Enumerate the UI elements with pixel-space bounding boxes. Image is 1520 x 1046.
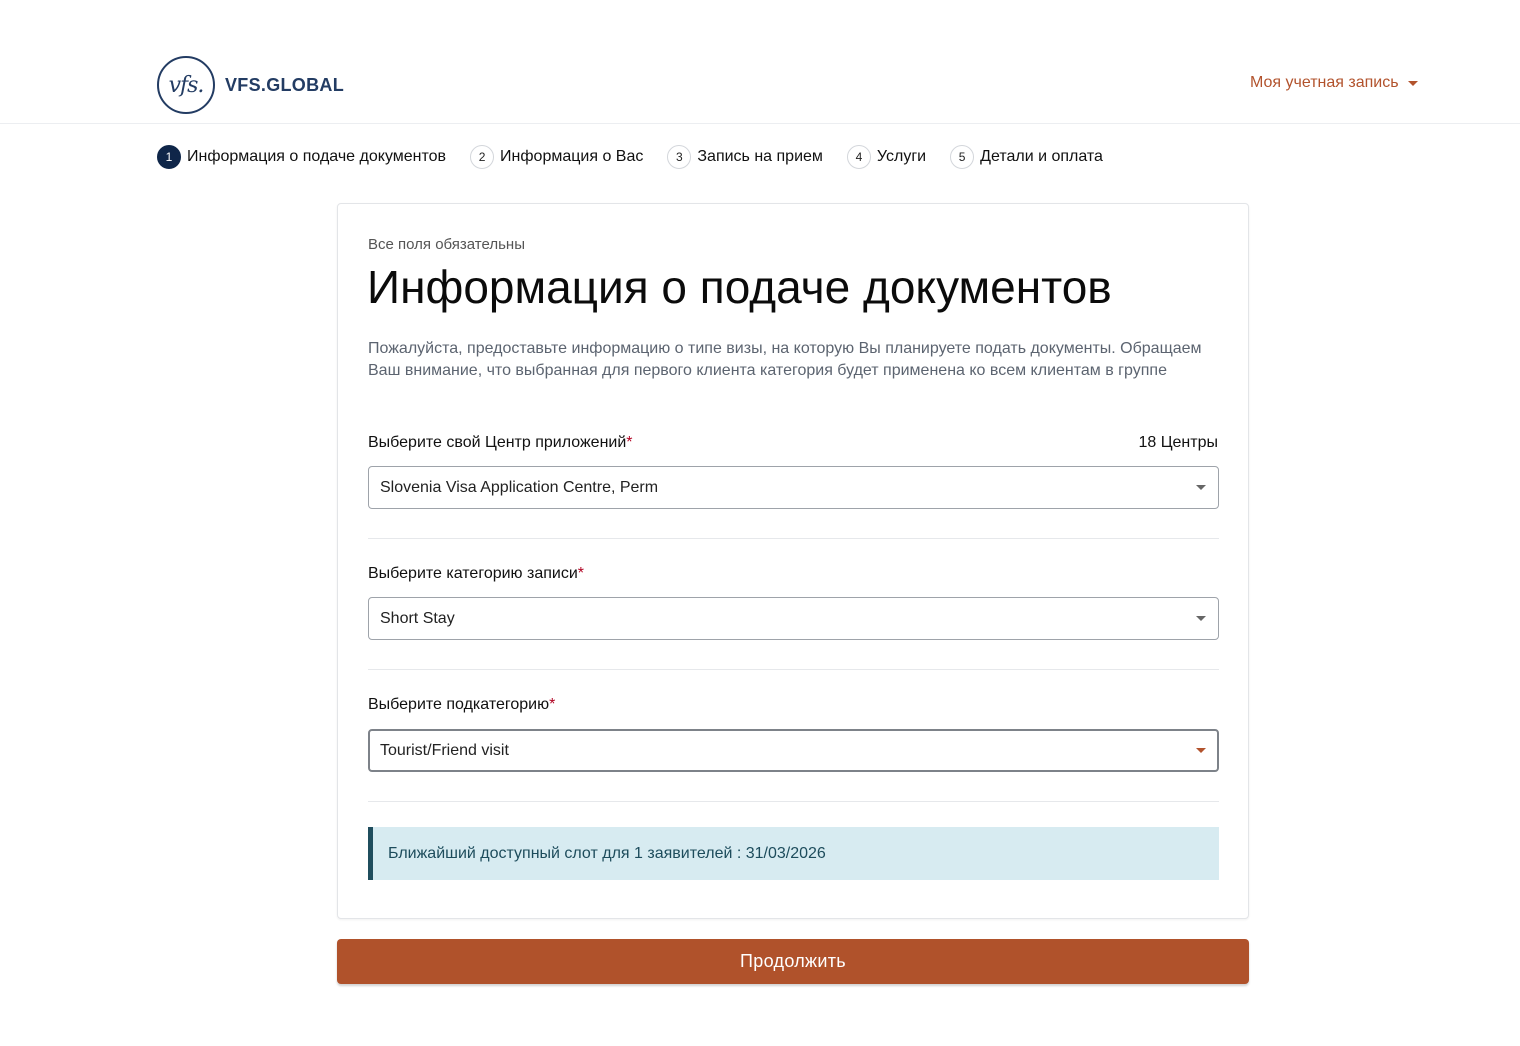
- centre-label: Выберите свой Центр приложений*: [368, 434, 633, 452]
- earliest-slot-alert: Ближайший доступный слот для 1 заявителе…: [368, 827, 1219, 880]
- subcategory-label-text: Выберите подкатегорию: [368, 696, 550, 713]
- centres-count: 18 Центры: [1138, 434, 1218, 451]
- step-number: 3: [667, 145, 692, 169]
- required-fields-note: Все поля обязательны: [368, 236, 525, 253]
- dropdown-arrow-icon: [1196, 485, 1206, 490]
- step-services: 4 Услуги: [846, 145, 927, 169]
- continue-button[interactable]: Продолжить: [337, 939, 1249, 984]
- centre-select[interactable]: Slovenia Visa Application Centre, Perm: [368, 466, 1219, 509]
- top-header: vfs. VFS.GLOBAL Моя учетная запись: [0, 0, 1520, 124]
- divider: [368, 801, 1219, 802]
- step-label: Детали и оплата: [980, 148, 1103, 165]
- step-label: Информация о подаче документов: [187, 148, 447, 165]
- progress-stepper: 1 Информация о подаче документов 2 Инфор…: [157, 145, 1127, 169]
- step-submission-info: 1 Информация о подаче документов: [157, 145, 446, 169]
- centre-label-text: Выберите свой Центр приложений: [368, 434, 627, 451]
- subcategory-select[interactable]: Tourist/Friend visit: [368, 729, 1219, 772]
- step-about-you: 2 Информация о Вас: [470, 145, 643, 169]
- dropdown-arrow-icon: [1196, 616, 1206, 621]
- subcategory-label: Выберите подкатегорию*: [368, 696, 555, 714]
- required-asterisk: *: [577, 565, 584, 582]
- required-asterisk: *: [549, 696, 556, 713]
- account-menu-label: Моя учетная запись: [1250, 74, 1399, 91]
- divider: [368, 538, 1219, 539]
- divider: [368, 669, 1219, 670]
- vfs-global-logo[interactable]: vfs. VFS.GLOBAL: [157, 56, 344, 114]
- centre-select-value: Slovenia Visa Application Centre, Perm: [380, 478, 659, 496]
- step-label: Услуги: [876, 148, 927, 165]
- step-appointment: 3 Запись на прием: [667, 145, 823, 169]
- category-label-text: Выберите категорию записи: [368, 565, 578, 582]
- step-number: 4: [846, 145, 871, 169]
- step-label: Информация о Вас: [500, 148, 644, 165]
- step-number: 2: [470, 145, 495, 169]
- earliest-slot-text: Ближайший доступный слот для 1 заявителе…: [388, 844, 826, 862]
- step-number: 1: [157, 145, 181, 169]
- subcategory-select-value: Tourist/Friend visit: [380, 741, 509, 759]
- category-select[interactable]: Short Stay: [368, 597, 1219, 640]
- intro-text: Пожалуйста, предоставьте информацию о ти…: [368, 340, 1202, 379]
- category-select-value: Short Stay: [380, 609, 455, 627]
- category-label: Выберите категорию записи*: [368, 565, 584, 583]
- submission-form-card: Все поля обязательны Информация о подаче…: [337, 203, 1249, 919]
- dropdown-arrow-icon: [1196, 748, 1206, 753]
- required-asterisk: *: [626, 434, 633, 451]
- caret-down-icon: [1407, 80, 1418, 86]
- logo-text: VFS.GLOBAL: [225, 74, 344, 95]
- logo-mark-text: vfs.: [168, 72, 205, 98]
- step-details-payment: 5 Детали и оплата: [950, 145, 1103, 169]
- vfs-logo-icon: vfs.: [157, 56, 215, 114]
- step-label: Запись на прием: [697, 148, 823, 165]
- account-menu[interactable]: Моя учетная запись: [1250, 74, 1418, 92]
- page-title: Информация о подаче документов: [367, 261, 1112, 313]
- step-number: 5: [950, 145, 975, 169]
